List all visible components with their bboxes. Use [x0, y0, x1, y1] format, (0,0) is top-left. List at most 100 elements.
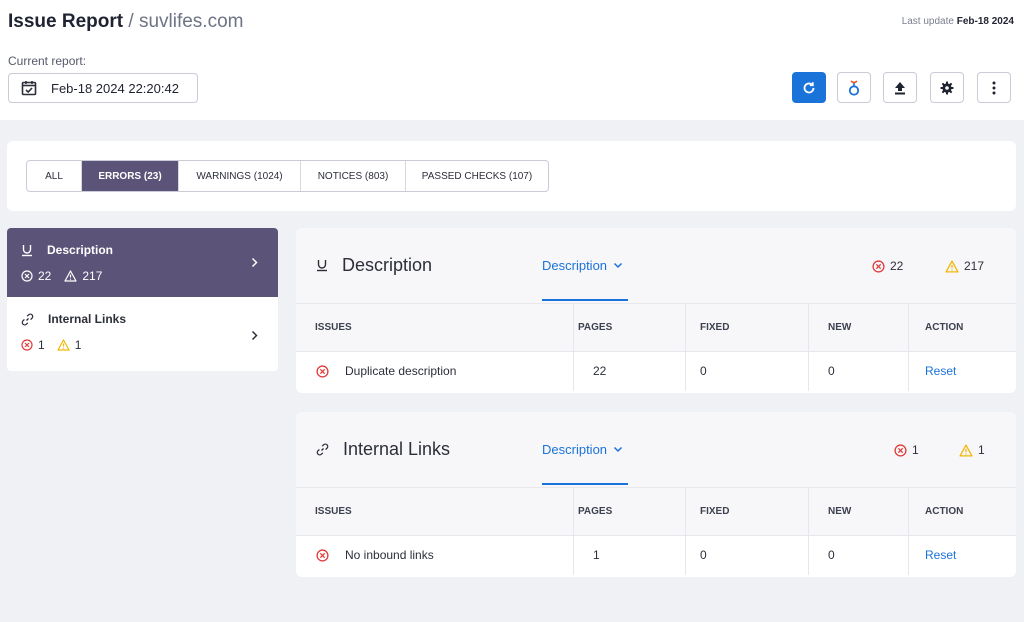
fixed-count: 0: [700, 364, 707, 378]
error-circle-icon: [894, 443, 907, 457]
chevron-right-icon: [251, 330, 258, 341]
panel-error-count: 22: [872, 259, 903, 273]
dropdown-underline: [542, 483, 628, 485]
link-icon: [21, 313, 34, 325]
settings-button[interactable]: [930, 72, 964, 103]
calendar-check-icon: [21, 81, 37, 96]
issue-panel-internal-links: Internal Links Description 1 1 ISSUES PA…: [296, 412, 1016, 577]
column-dropdown[interactable]: Description: [542, 258, 623, 273]
tab-passed-checks[interactable]: PASSED CHECKS (107): [406, 161, 548, 191]
warning-triangle-icon: [64, 270, 77, 282]
chevron-right-icon: [251, 257, 258, 268]
issue-name: Duplicate description: [345, 364, 457, 378]
tab-errors[interactable]: ERRORS (23): [82, 161, 179, 191]
last-update-label: Last update: [901, 16, 954, 27]
underline-icon: [22, 244, 32, 256]
pages-count: 1: [593, 548, 600, 562]
table-row: Duplicate description 22 0 0 Reset: [296, 352, 1016, 391]
last-update: Last update Feb-18 2024: [902, 16, 1014, 27]
sidebar-error-count: 22: [38, 269, 52, 283]
link-icon: [316, 443, 329, 456]
title-separator: /: [123, 11, 139, 32]
report-date-value: Feb-18 2024 22:20:42: [51, 80, 179, 96]
new-count: 0: [828, 364, 835, 378]
column-dropdown-label: Description: [542, 258, 608, 273]
column-header-fixed: FIXED: [700, 506, 730, 517]
table-row: No inbound links 1 0 0 Reset: [296, 536, 1016, 575]
page-title: Issue Report / suvlifes.com: [8, 11, 243, 33]
sidebar-error-count: 1: [38, 338, 45, 352]
reset-link[interactable]: Reset: [925, 364, 956, 378]
warning-count-value: 217: [964, 259, 985, 273]
warning-triangle-icon: [945, 259, 959, 273]
error-circle-icon: [316, 364, 329, 378]
error-count-value: 22: [890, 259, 904, 273]
warning-count-value: 1: [978, 443, 985, 457]
column-dropdown[interactable]: Description: [542, 442, 623, 457]
table-header: ISSUES PAGES FIXED NEW ACTION: [296, 488, 1016, 536]
tab-notices[interactable]: NOTICES (803): [301, 161, 406, 191]
issue-name: No inbound links: [345, 548, 434, 562]
filter-tabs: ALL ERRORS (23) WARNINGS (1024) NOTICES …: [26, 160, 549, 192]
column-header-pages: PAGES: [578, 506, 613, 517]
export-button[interactable]: [883, 72, 917, 103]
column-header-pages: PAGES: [578, 322, 613, 333]
current-report-label: Current report:: [8, 54, 87, 68]
connect-icon: [848, 79, 860, 96]
more-vertical-icon: [992, 81, 996, 94]
table-header: ISSUES PAGES FIXED NEW ACTION: [296, 304, 1016, 352]
sidebar-warning-count: 217: [82, 269, 103, 283]
tab-all[interactable]: ALL: [27, 161, 82, 191]
error-circle-icon: [316, 548, 329, 562]
underline-icon: [317, 260, 327, 272]
upload-icon: [895, 81, 905, 94]
sidebar-warning-count: 1: [74, 338, 82, 352]
reset-link[interactable]: Reset: [925, 548, 956, 562]
dropdown-underline: [542, 299, 628, 301]
sidebar-item-label: Internal Links: [48, 312, 127, 326]
pages-count: 22: [593, 364, 607, 378]
issue-cell: No inbound links: [316, 548, 434, 562]
sidebar-item-description[interactable]: Description 22 217: [7, 228, 278, 297]
column-header-new: NEW: [828, 506, 852, 517]
chevron-down-icon: [614, 446, 623, 453]
fixed-count: 0: [700, 548, 707, 562]
filter-tabs-card: ALL ERRORS (23) WARNINGS (1024) NOTICES …: [7, 141, 1016, 211]
warning-triangle-icon: [959, 443, 973, 457]
refresh-button[interactable]: [792, 72, 826, 103]
issue-panel-description: Description Description 22 217 ISSUES PA…: [296, 228, 1016, 393]
warning-triangle-icon: [57, 339, 70, 351]
panel-warning-count: 217: [945, 259, 984, 273]
gear-icon: [940, 81, 954, 94]
tab-warnings[interactable]: WARNINGS (1024): [179, 161, 301, 191]
issue-cell: Duplicate description: [316, 364, 456, 378]
column-header-issues: ISSUES: [315, 322, 352, 333]
error-count-value: 1: [912, 443, 919, 457]
column-header-action: ACTION: [925, 506, 964, 517]
new-count: 0: [828, 548, 835, 562]
refresh-icon: [803, 81, 815, 93]
error-circle-icon: [21, 339, 33, 351]
column-header-new: NEW: [828, 322, 852, 333]
top-bar: Issue Report / suvlifes.com Last update …: [0, 0, 1024, 120]
column-header-fixed: FIXED: [700, 322, 730, 333]
column-header-issues: ISSUES: [315, 506, 352, 517]
column-header-action: ACTION: [925, 322, 964, 333]
error-circle-icon: [872, 259, 885, 273]
panel-title: Description: [316, 255, 432, 276]
chevron-down-icon: [614, 262, 623, 269]
panel-title-text: Description: [342, 255, 433, 275]
site-name: suvlifes.com: [138, 11, 244, 32]
panel-title: Internal Links: [316, 439, 450, 460]
last-update-value: Feb-18 2024: [956, 16, 1014, 27]
report-date-picker[interactable]: Feb-18 2024 22:20:42: [8, 73, 198, 103]
error-circle-icon: [21, 270, 33, 282]
sidebar-item-internal-links[interactable]: Internal Links 1 1: [7, 297, 278, 371]
panel-warning-count: 1: [959, 443, 985, 457]
panel-title-text: Internal Links: [343, 439, 451, 459]
panel-error-count: 1: [894, 443, 919, 457]
connect-button[interactable]: [837, 72, 871, 103]
column-dropdown-label: Description: [542, 442, 608, 457]
sidebar-item-label: Description: [47, 243, 114, 257]
more-options-button[interactable]: [977, 72, 1011, 103]
